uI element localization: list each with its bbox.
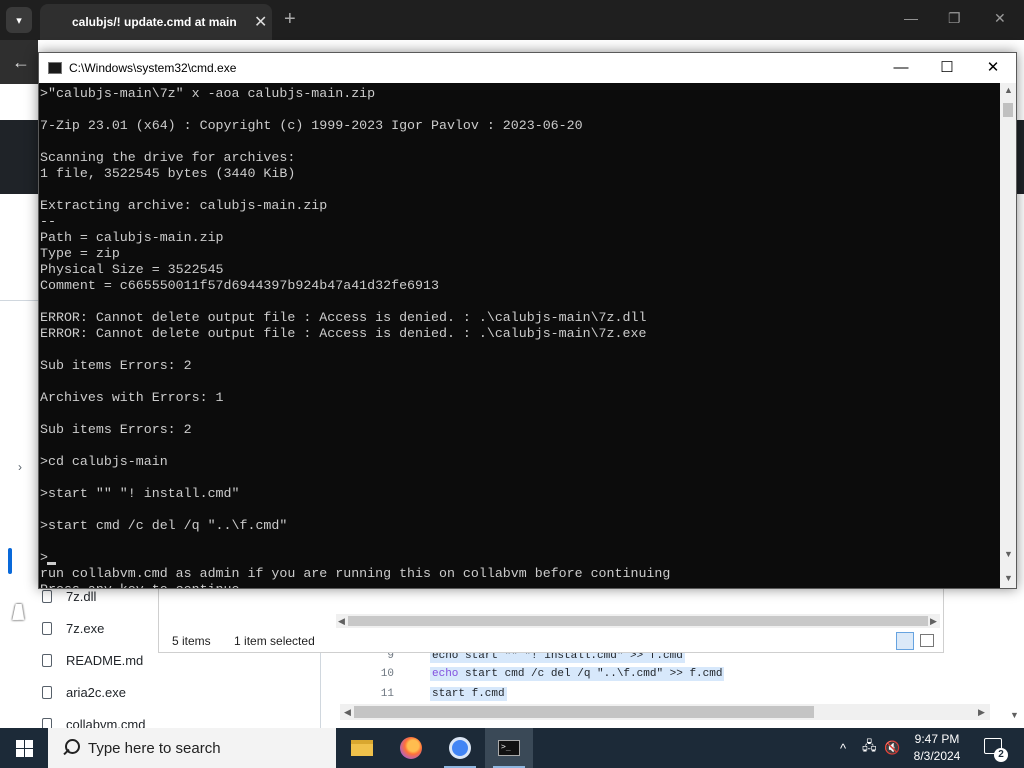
file-name: aria2c.exe — [66, 684, 126, 700]
console-text: >"calubjs-main\7z" x -aoa calubjs-main.z… — [40, 86, 671, 588]
github-side-panel — [0, 300, 38, 729]
explorer-status-bar: 5 items 1 item selected — [172, 634, 335, 648]
scroll-up-icon[interactable]: ▲ — [1004, 85, 1013, 95]
browser-tab-strip: ▾ calubjs/! update.cmd at main ✕ + — ❐ ✕ — [0, 0, 1024, 40]
github-header-edge — [1016, 120, 1024, 194]
code-text: start f.cmd — [430, 687, 507, 701]
new-tab-button[interactable]: + — [284, 8, 296, 31]
code-keyword: echo — [432, 668, 459, 680]
scroll-right-icon[interactable]: ▶ — [978, 707, 985, 718]
search-placeholder: Type here to search — [88, 739, 221, 757]
cmd-window[interactable]: C:\Windows\system32\cmd.exe — ☐ ✕ >"calu… — [38, 52, 1017, 589]
code-line: 10 echo start cmd /c del /q "..\f.cmd" >… — [338, 664, 725, 684]
cmd-scroll-thumb[interactable] — [1003, 103, 1013, 117]
file-name: README.md — [66, 652, 144, 668]
taskbar-file-explorer[interactable] — [338, 728, 386, 768]
tiles-view-icon[interactable] — [920, 634, 934, 647]
explorer-scroll-thumb[interactable] — [348, 616, 928, 626]
console-output[interactable]: >"calubjs-main\7z" x -aoa calubjs-main.z… — [39, 83, 999, 588]
scroll-down-icon[interactable]: ▼ — [1004, 573, 1013, 583]
folder-icon — [351, 740, 373, 756]
scroll-down-icon[interactable]: ▼ — [1004, 549, 1013, 559]
terminal-icon: >_ — [498, 740, 520, 756]
code-text: echo start cmd /c del /q "..\f.cmd" >> f… — [430, 667, 725, 681]
expand-chevron-icon[interactable]: › — [18, 460, 22, 474]
file-icon — [42, 589, 52, 603]
file-item[interactable]: aria2c.exe — [38, 682, 126, 702]
cmd-app-icon — [48, 62, 62, 74]
windows-logo-icon — [15, 739, 33, 757]
volume-muted-icon[interactable]: 🔇 — [884, 728, 900, 768]
cmd-vertical-scrollbar[interactable]: ▲ ▼ ▼ — [1000, 83, 1016, 588]
tray-chevron-icon[interactable]: ^ — [840, 728, 846, 768]
clock-date: 8/3/2024 — [913, 749, 961, 763]
scroll-left-icon[interactable]: ◀ — [344, 707, 351, 718]
network-icon[interactable]: 🖧 — [862, 728, 877, 768]
browser-tab[interactable]: calubjs/! update.cmd at main ✕ — [40, 4, 272, 40]
search-icon — [60, 738, 80, 758]
cmd-title: C:\Windows\system32\cmd.exe — [69, 61, 237, 75]
taskbar: Type here to search >_ ^ 🖧 🔇 9:47 PM 8/3… — [0, 728, 1024, 768]
selected-count: 1 item selected — [234, 634, 315, 648]
file-icon — [42, 653, 52, 667]
browser-restore-button[interactable]: ❐ — [948, 10, 961, 27]
file-item[interactable]: 7z.exe — [38, 618, 104, 638]
clock-time: 9:47 PM — [914, 732, 960, 746]
tab-close-icon[interactable]: ✕ — [254, 12, 267, 32]
taskbar-search-box[interactable]: Type here to search — [48, 728, 336, 768]
tab-title: calubjs/! update.cmd at main — [72, 15, 237, 29]
taskbar-cmd[interactable]: >_ — [485, 728, 533, 768]
code-scroll-thumb[interactable] — [354, 706, 814, 718]
start-button[interactable] — [0, 728, 48, 768]
explorer-scroll-left-icon[interactable]: ◀ — [338, 616, 345, 627]
cmd-minimize-button[interactable]: — — [879, 57, 923, 79]
file-item[interactable]: 7z.dll — [38, 586, 96, 606]
file-name: 7z.exe — [66, 620, 105, 636]
cmd-maximize-button[interactable]: ☐ — [925, 57, 969, 79]
github-header — [0, 120, 38, 194]
file-icon — [42, 621, 52, 635]
selection-indicator — [8, 548, 12, 574]
code-line: 11 start f.cmd — [338, 684, 507, 704]
code-rest: start cmd /c del /q "..\f.cmd" >> f.cmd — [458, 668, 723, 680]
tab-search-button[interactable]: ▾ — [6, 7, 32, 33]
line-number: 11 — [380, 688, 394, 700]
taskbar-firefox[interactable] — [387, 728, 435, 768]
cmd-close-button[interactable]: ✕ — [971, 57, 1015, 79]
notification-count: 2 — [994, 748, 1008, 762]
items-count: 5 items — [172, 634, 211, 648]
clock[interactable]: 9:47 PM 8/3/2024 — [902, 731, 972, 765]
chrome-icon — [449, 737, 471, 759]
file-name: 7z.dll — [66, 588, 97, 604]
page-scroll-down-icon[interactable]: ▼ — [1010, 710, 1019, 720]
cmd-titlebar[interactable]: C:\Windows\system32\cmd.exe — ☐ ✕ — [39, 53, 1016, 83]
browser-close-button[interactable]: ✕ — [994, 10, 1006, 27]
line-number: 10 — [380, 668, 394, 680]
taskbar-chrome[interactable] — [436, 728, 484, 768]
file-item[interactable]: README.md — [38, 650, 143, 670]
firefox-icon — [400, 737, 422, 759]
explorer-scroll-right-icon[interactable]: ▶ — [930, 616, 937, 627]
details-view-icon[interactable] — [896, 632, 914, 650]
file-icon — [42, 685, 52, 699]
browser-minimize-button[interactable]: — — [904, 10, 918, 26]
text-cursor — [47, 562, 56, 565]
back-arrow-icon[interactable]: ← — [12, 52, 30, 73]
